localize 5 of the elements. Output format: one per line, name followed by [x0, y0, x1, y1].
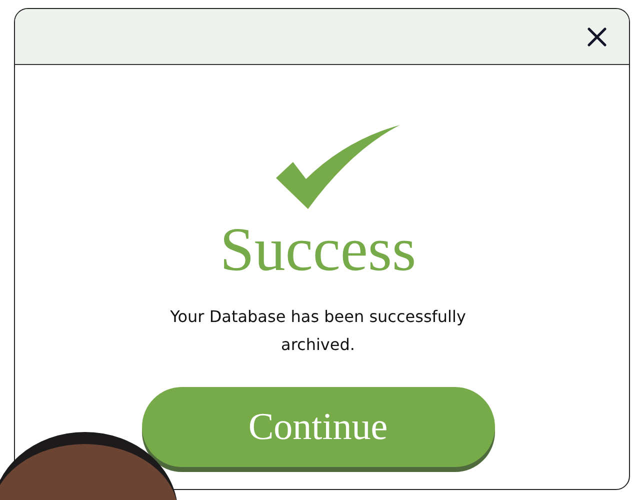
continue-button[interactable]: Continue	[142, 387, 494, 467]
success-heading: Success	[220, 217, 416, 283]
success-message: Your Database has been successfully archived.	[169, 306, 467, 356]
close-icon	[587, 26, 607, 46]
checkmark-icon	[276, 125, 400, 209]
